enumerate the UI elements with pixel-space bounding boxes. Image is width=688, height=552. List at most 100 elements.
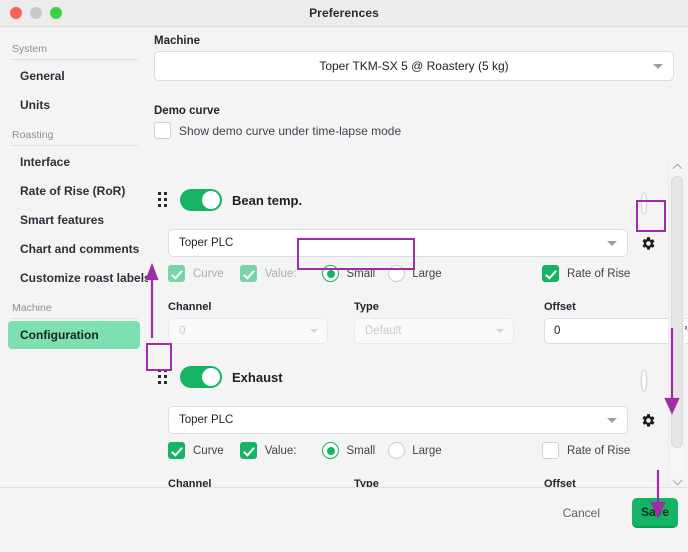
demo-curve-row: Show demo curve under time-lapse mode	[154, 122, 401, 139]
device-source-select-bean-temp[interactable]: Toper PLC	[168, 229, 628, 257]
type-label-bean-temp: Type	[354, 301, 379, 313]
size-radio-large-exhaust[interactable]	[388, 442, 406, 459]
type-field-exhaust: Type Default	[354, 478, 514, 487]
vertical-scrollbar[interactable]	[668, 160, 685, 488]
offset-label-bean-temp: Offset	[544, 301, 576, 313]
value-label-bean-temp: Value:	[264, 267, 297, 280]
type-value-bean-temp: Default	[365, 325, 402, 337]
device-options-row-exhaust: Curve Value: Small Large	[168, 442, 442, 459]
main-pane: Machine Toper TKM-SX 5 @ Roastery (5 kg)…	[148, 27, 688, 487]
sidebar-group-system: System	[10, 39, 138, 60]
offset-input-bean-temp[interactable]: 0	[545, 319, 674, 343]
device-source-select-exhaust[interactable]: Toper PLC	[168, 406, 628, 434]
size-radio-small-exhaust[interactable]	[322, 442, 340, 459]
size-radio-small-label-bean-temp: Small	[346, 267, 376, 280]
curve-label-bean-temp: Curve	[193, 267, 224, 280]
dialog-footer: Cancel Save	[0, 487, 688, 552]
machine-selected-value: Toper TKM-SX 5 @ Roastery (5 kg)	[319, 59, 509, 73]
drag-handle-bean-temp[interactable]	[156, 192, 170, 208]
value-checkbox-exhaust[interactable]	[239, 442, 257, 459]
cancel-button[interactable]: Cancel	[563, 506, 600, 520]
device-source-value-exhaust: Toper PLC	[179, 414, 234, 426]
sidebar-item-general[interactable]: General	[8, 62, 140, 90]
device-source-value-bean-temp: Toper PLC	[179, 237, 234, 249]
scrollbar-thumb[interactable]	[671, 176, 683, 448]
sidebar-item-rate-of-rise[interactable]: Rate of Rise (RoR)	[8, 177, 140, 205]
save-button[interactable]: Save	[632, 498, 678, 528]
machine-label: Machine	[154, 35, 201, 47]
preferences-window: Preferences System General Units Roastin…	[0, 0, 688, 552]
chevron-down-icon	[653, 64, 663, 69]
device-settings-gear-bean-temp[interactable]	[640, 235, 657, 252]
device-toggle-bean-temp[interactable]	[180, 189, 222, 211]
chevron-down-icon	[672, 475, 682, 485]
curve-label-exhaust: Curve	[193, 444, 224, 457]
value-label-exhaust: Value:	[264, 444, 297, 457]
curve-checkbox-exhaust[interactable]	[168, 442, 185, 459]
chevron-down-icon	[607, 418, 617, 423]
value-checkbox-bean-temp[interactable]	[239, 265, 257, 282]
demo-curve-checkbox-label: Show demo curve under time-lapse mode	[179, 123, 402, 138]
device-source-row-bean-temp: Toper PLC	[168, 229, 657, 257]
curve-checkbox-bean-temp[interactable]	[168, 265, 185, 282]
device-fields-row-bean-temp: Channel 0 Type Default Offset 0 °	[168, 301, 688, 344]
device-source-row-exhaust: Toper PLC	[168, 406, 657, 434]
channel-label-bean-temp: Channel	[168, 301, 212, 313]
size-radio-small-bean-temp[interactable]	[322, 265, 340, 282]
rate-of-rise-row-exhaust: Rate of Rise	[542, 442, 630, 459]
size-radio-large-bean-temp[interactable]	[388, 265, 406, 282]
device-fields-row-exhaust: Channel 1 Type Default Offset	[168, 478, 688, 487]
rate-of-rise-checkbox-exhaust[interactable]	[542, 442, 559, 459]
rate-of-rise-checkbox-bean-temp[interactable]	[542, 265, 559, 282]
offset-field-bean-temp: Offset 0 °C	[544, 301, 688, 344]
size-radio-group-exhaust: Small Large	[322, 442, 442, 459]
machine-select[interactable]: Toper TKM-SX 5 @ Roastery (5 kg)	[154, 51, 674, 81]
status-dot-exhaust	[642, 370, 646, 391]
size-radio-group-bean-temp: Small Large	[322, 265, 442, 282]
demo-curve-checkbox[interactable]	[154, 122, 171, 139]
scroll-down-button[interactable]	[669, 474, 685, 488]
sidebar-item-chart-and-comments[interactable]: Chart and comments	[8, 235, 140, 263]
device-options-row-bean-temp: Curve Value: Small Large	[168, 265, 442, 282]
rate-of-rise-row-bean-temp: Rate of Rise	[542, 265, 630, 282]
sidebar-item-customize-roast-labels[interactable]: Customize roast labels	[8, 264, 151, 292]
channel-label-exhaust: Channel	[168, 478, 212, 487]
size-radio-small-label-exhaust: Small	[346, 444, 376, 457]
size-radio-large-label-exhaust: Large	[412, 444, 442, 457]
window-title: Preferences	[309, 6, 379, 20]
type-label-exhaust: Type	[354, 478, 379, 487]
sidebar-item-units[interactable]: Units	[8, 91, 140, 119]
type-select-bean-temp[interactable]: Default	[354, 318, 514, 344]
device-header-bean-temp: Bean temp.	[156, 189, 302, 211]
chevron-down-icon	[607, 241, 617, 246]
channel-value-bean-temp: 0	[179, 325, 186, 337]
channel-field-bean-temp: Channel 0	[168, 301, 328, 344]
rate-of-rise-label-exhaust: Rate of Rise	[567, 444, 631, 457]
sidebar-item-interface[interactable]: Interface	[8, 148, 140, 176]
chevron-down-icon	[310, 329, 318, 333]
sidebar-item-smart-features[interactable]: Smart features	[8, 206, 140, 234]
title-bar: Preferences	[0, 0, 688, 27]
demo-curve-label: Demo curve	[154, 105, 220, 117]
sidebar-group-roasting: Roasting	[10, 125, 138, 146]
scroll-up-button[interactable]	[669, 160, 685, 174]
sidebar: System General Units Roasting Interface …	[0, 27, 151, 487]
channel-select-bean-temp[interactable]: 0	[168, 318, 328, 344]
chevron-up-icon	[672, 163, 682, 173]
chevron-down-icon	[496, 329, 504, 333]
device-name-bean-temp: Bean temp.	[232, 192, 303, 208]
offset-label-exhaust: Offset	[544, 478, 576, 487]
rate-of-rise-label-bean-temp: Rate of Rise	[567, 267, 631, 280]
device-settings-gear-exhaust[interactable]	[640, 412, 657, 429]
device-scroll-region: Bean temp. Toper PLC Curve Value: Small …	[148, 155, 688, 487]
device-toggle-exhaust[interactable]	[180, 366, 222, 388]
drag-handle-exhaust[interactable]	[156, 369, 170, 385]
channel-field-exhaust: Channel 1	[168, 478, 328, 487]
device-name-exhaust: Exhaust	[232, 369, 283, 385]
sidebar-group-machine: Machine	[10, 298, 138, 319]
status-dot-bean-temp	[642, 193, 646, 214]
offset-input-wrap-bean-temp: 0 °C	[544, 318, 688, 344]
offset-field-exhaust: Offset 0 °C	[544, 478, 688, 487]
sidebar-item-configuration[interactable]: Configuration	[8, 321, 140, 349]
type-field-bean-temp: Type Default	[354, 301, 514, 344]
